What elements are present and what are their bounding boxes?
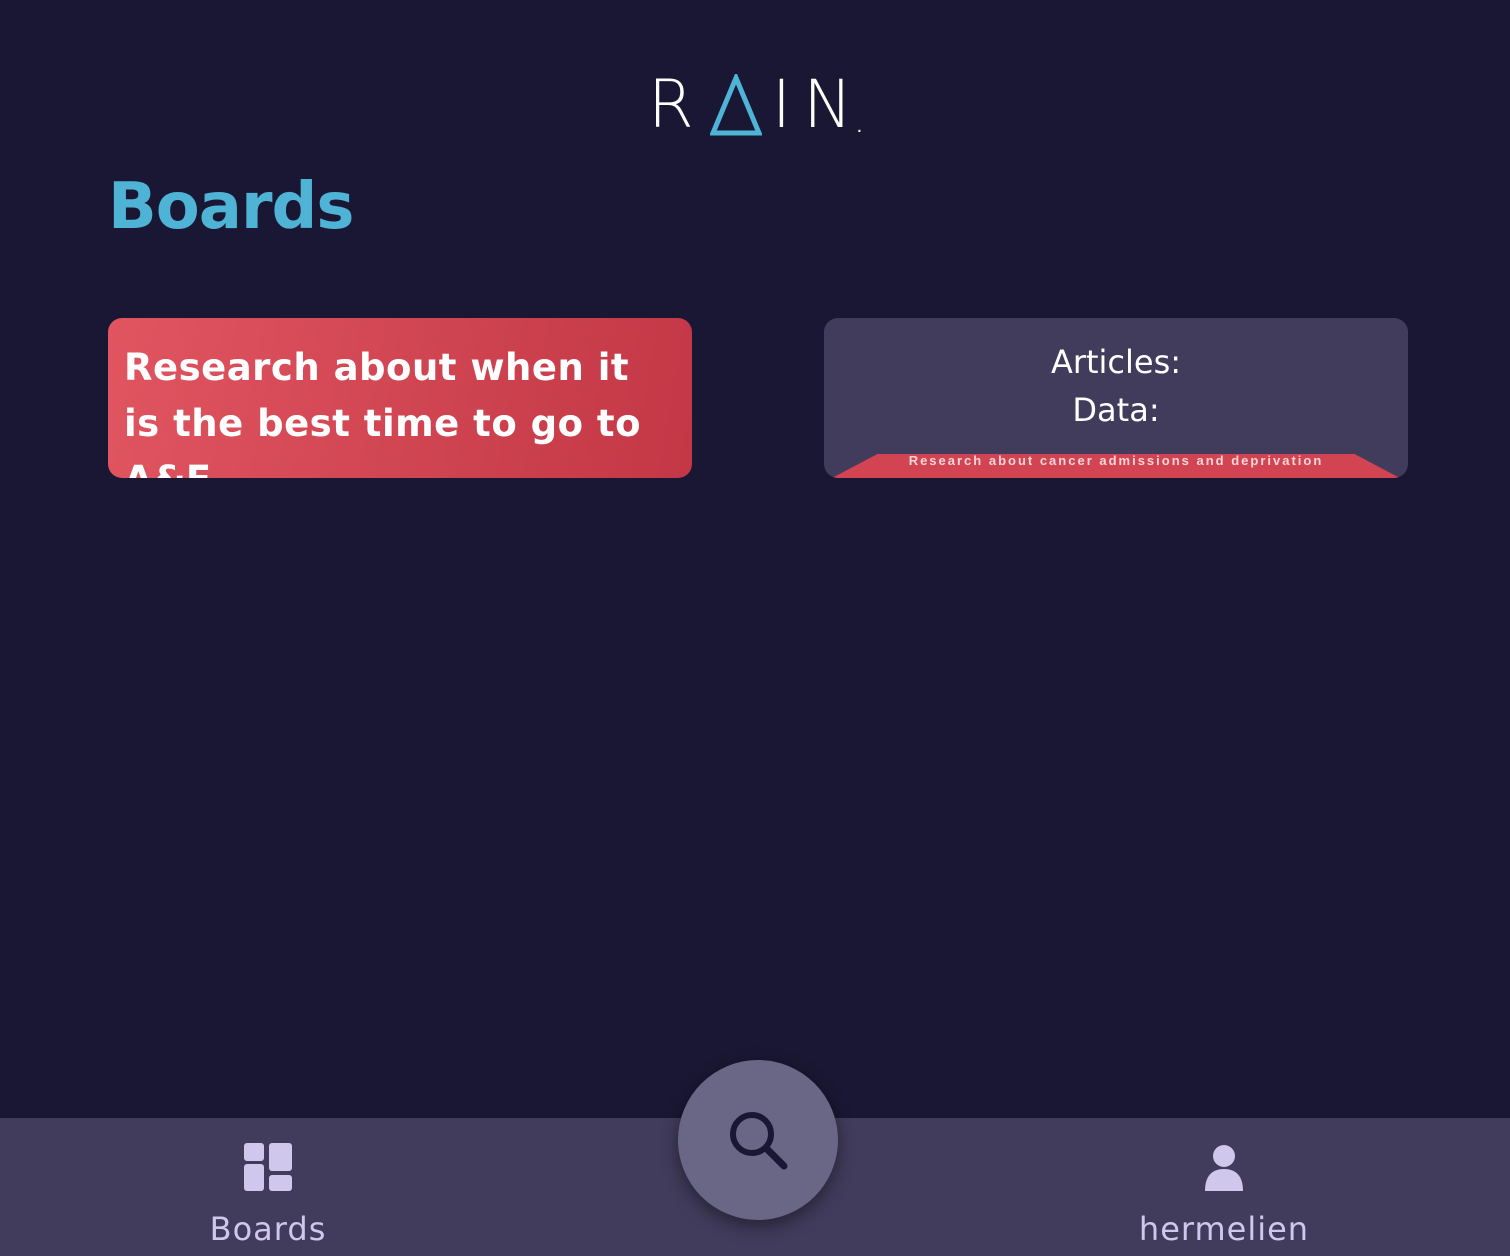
app: R IN . Boards Research about when it is … — [0, 0, 1510, 1256]
nav-boards-label: Boards — [209, 1210, 327, 1248]
logo-dot: . — [856, 115, 863, 137]
search-icon — [730, 1112, 788, 1170]
search-button[interactable] — [678, 1060, 838, 1220]
board-card-flipping[interactable]: Articles: Data: Research about cancer ad… — [824, 318, 1408, 478]
board-articles-label: Articles: — [1050, 343, 1182, 381]
board-card-title: Research about when it is the best time … — [124, 346, 642, 478]
logo-letter-r: R — [647, 66, 706, 143]
dashboard-icon — [244, 1143, 292, 1191]
board-data-label: Data: — [1072, 391, 1160, 429]
rain-logo: R IN . — [0, 72, 1510, 138]
board-flip-title: Research about cancer admissions and dep… — [832, 454, 1400, 478]
nav-boards-tab[interactable]: Boards — [148, 1118, 388, 1256]
board-card[interactable]: Research about when it is the best time … — [108, 318, 692, 478]
logo-letters-in: IN — [771, 66, 865, 143]
user-icon — [1205, 1145, 1243, 1191]
logo-triangle-icon — [709, 74, 762, 136]
page-title: Boards — [108, 170, 354, 244]
nav-profile-label: hermelien — [1138, 1210, 1310, 1248]
logo-wordmark: R IN — [648, 72, 865, 138]
nav-profile-tab[interactable]: hermelien — [1104, 1118, 1344, 1256]
